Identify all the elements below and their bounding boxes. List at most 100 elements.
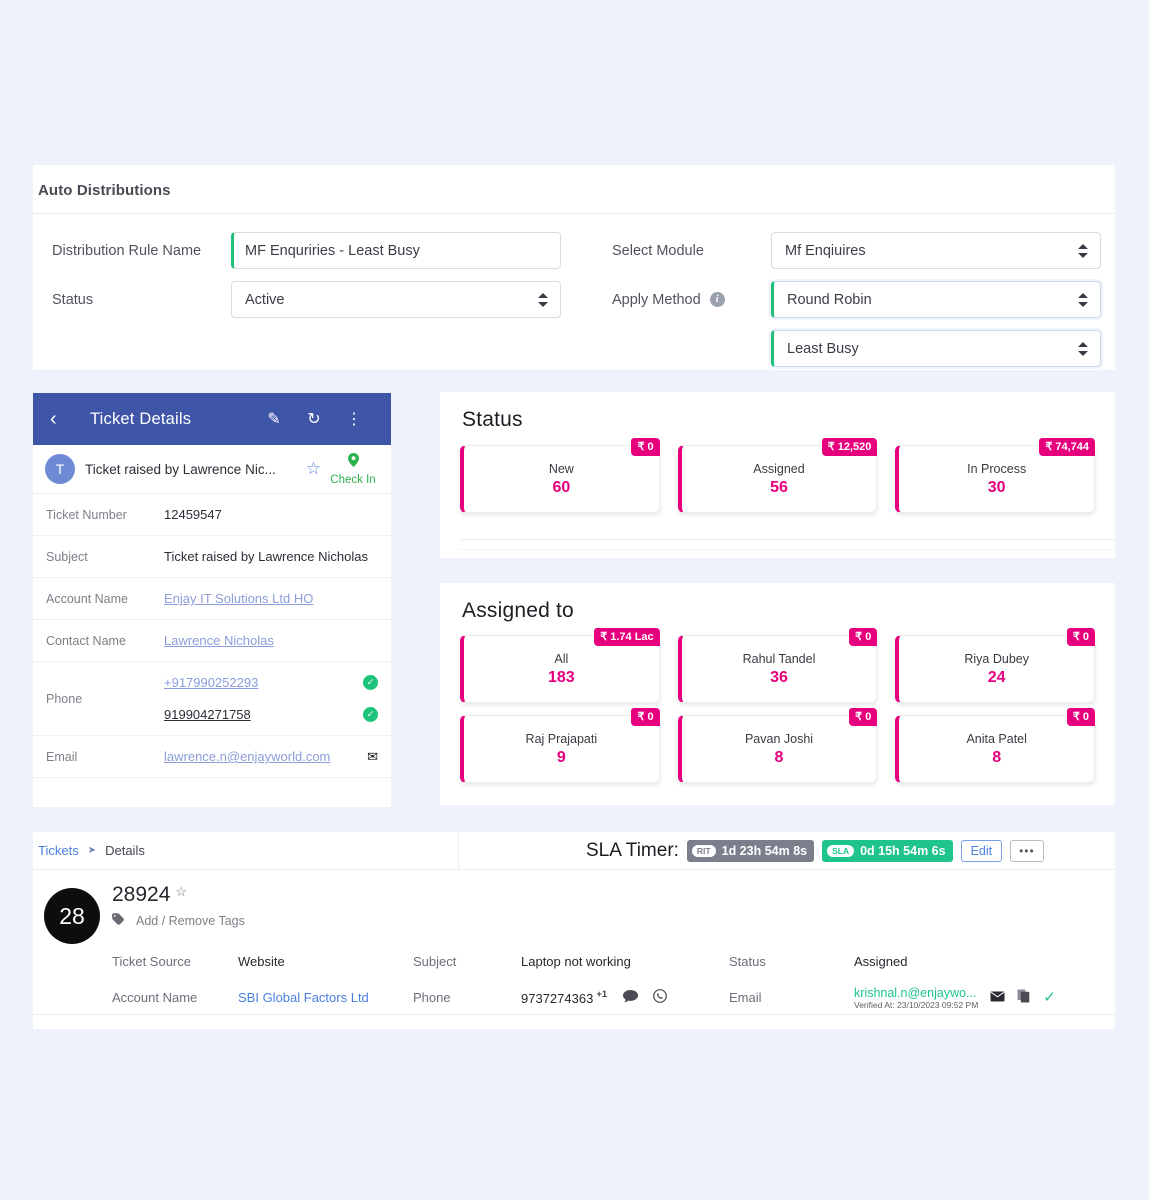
status-card-assigned[interactable]: ₹ 12,520 Assigned 56 [677,438,878,513]
ticket-body: 28 28924 ☆ Add / Remove Tags Ticket Sour… [33,870,1115,1015]
select-value-module: Mf Enqiuires [785,242,866,259]
chevron-right-icon: ➤ [87,845,97,856]
field-value-ticket-source: Website [238,953,285,969]
label-apply-method-text: Apply Method [612,291,701,308]
ticket-row-account-name: Account Name Enjay IT Solutions Ltd HO [33,578,391,620]
back-icon[interactable]: ‹ [50,409,80,429]
label-select-module-text: Select Module [612,242,704,259]
assigned-card-raj-prajapati[interactable]: ₹ 0 Raj Prajapati 9 [460,708,660,783]
email-verified-at: Verified At: 23/10/2023 09:52 PM [854,999,979,1010]
select-status[interactable]: Active [231,281,561,318]
field-value-phone: 9737274363 +1 [521,988,729,1006]
edit-button[interactable]: Edit [960,840,1003,862]
sla-timer-label: SLA Timer: [586,840,679,861]
tags-row[interactable]: Add / Remove Tags [112,913,1115,929]
phone-value-1[interactable]: +917990252293 [164,675,363,690]
rit-tag: RIT [691,845,716,857]
card-label: Anita Patel [966,731,1027,746]
chat-icon[interactable] [622,989,642,1006]
card-label: All [554,651,569,666]
label-select-module: Select Module [589,243,771,259]
card-value: 60 [552,478,571,496]
ticket-details-header: ‹ Ticket Details ✎ ↻ ⋮ [33,393,391,445]
contact-name-link[interactable]: Lawrence Nicholas [164,633,378,648]
auto-distributions-panel: Auto Distributions Distribution Rule Nam… [33,165,1115,370]
panel-title-status: Status [462,408,523,431]
form-column-left: Distribution Rule Name MF Enquriries - L… [33,232,593,330]
assigned-cards-row-1: ₹ 1.74 Lac All 183 ₹ 0 Rahul Tandel 36 ₹… [440,623,1115,703]
star-icon[interactable]: ☆ [300,459,327,479]
copy-icon[interactable] [1017,989,1030,1006]
table-row: Ticket Source Website Subject Laptop not… [112,943,1115,979]
phone-line-2: 919904271758 ✓ [164,699,378,731]
status-badge: ₹ 0 [631,708,660,726]
edit-pencil-icon[interactable]: ✎ [254,409,294,429]
whatsapp-icon[interactable] [653,988,668,1006]
email-link[interactable]: lawrence.n@enjayworld.com [164,749,367,764]
envelope-icon[interactable]: ✉ [367,749,378,765]
ticket-summary-row: T Ticket raised by Lawrence Nic... ☆ Che… [33,445,391,494]
ticket-details-panel: ‹ Ticket Details ✎ ↻ ⋮ T Ticket raised b… [33,393,391,807]
rit-timer-pill: RIT 1d 23h 54m 8s [686,840,815,862]
row-key: Phone [46,691,83,706]
select-value-status: Active [245,291,285,308]
sla-timer-pill: SLA 0d 15h 54m 6s [822,840,953,862]
divider [33,1014,1115,1015]
select-module[interactable]: Mf Enqiuires [771,232,1101,269]
assigned-card-all[interactable]: ₹ 1.74 Lac All 183 [460,628,660,703]
assigned-card-riya-dubey[interactable]: ₹ 0 Riya Dubey 24 [895,628,1096,703]
field-row-apply-method-secondary: Least Busy [771,330,1114,367]
field-row-apply-method: Apply Method i Round Robin [589,281,1114,318]
field-value-email: krishnal.n@enjaywo... Verified At: 23/10… [854,985,1056,1010]
status-card-in-process[interactable]: ₹ 74,744 In Process 30 [895,438,1096,513]
select-apply-method-secondary[interactable]: Least Busy [771,330,1101,367]
row-key: Account Name [46,591,128,606]
row-key: Email [46,749,78,764]
status-badge: ₹ 0 [1066,628,1096,646]
more-vertical-icon[interactable]: ⋮ [334,409,374,429]
status-panel: Status ₹ 0 New 60 ₹ 12,520 Assigned 56 ₹… [440,392,1115,558]
card-label: Rahul Tandel [742,651,816,666]
status-badge: ₹ 0 [849,708,878,726]
info-icon[interactable]: i [709,292,725,307]
tag-icon [112,913,126,929]
check-in-button[interactable]: Check In [327,452,379,486]
star-icon[interactable]: ☆ [175,884,187,900]
bottom-toolbar: Tickets ➤ Details SLA Timer: RIT 1d 23h … [33,831,1115,870]
input-distribution-rule-name[interactable]: MF Enquriries - Least Busy [231,232,561,269]
verified-check-icon: ✓ [1043,989,1056,1006]
label-status: Status [52,291,94,308]
more-options-button[interactable]: ••• [1010,840,1044,862]
card-label: Raj Prajapati [525,731,598,746]
breadcrumb: Tickets ➤ Details [33,843,145,858]
row-key: Ticket Number [46,507,127,522]
card-value: 36 [770,668,788,686]
add-remove-tags-label[interactable]: Add / Remove Tags [136,914,245,928]
panel-title-assigned-to: Assigned to [462,599,574,622]
card-value: 8 [992,748,1002,766]
status-card-new[interactable]: ₹ 0 New 60 [460,438,660,513]
card-value: 56 [770,478,788,496]
select-apply-method[interactable]: Round Robin [771,281,1101,318]
email-address[interactable]: krishnal.n@enjaywo... [854,986,976,1000]
assigned-card-rahul-tandel[interactable]: ₹ 0 Rahul Tandel 36 [677,628,878,703]
ticket-row-phone: Phone +917990252293 ✓ 919904271758 ✓ [33,662,391,736]
envelope-icon[interactable] [990,990,1005,1005]
field-row-rule-name: Distribution Rule Name MF Enquriries - L… [33,232,593,269]
field-row-select-module: Select Module Mf Enqiuires [589,232,1114,269]
refresh-icon[interactable]: ↻ [294,409,334,429]
field-label-ticket-source: Ticket Source [112,953,191,969]
account-name-link[interactable]: Enjay IT Solutions Ltd HO [164,591,378,606]
breadcrumb-tickets-link[interactable]: Tickets [38,843,79,858]
field-value-account-name[interactable]: SBI Global Factors Ltd [238,990,413,1005]
envelope-svg [990,991,1005,1001]
assigned-card-anita-patel[interactable]: ₹ 0 Anita Patel 8 [895,708,1096,783]
assigned-card-pavan-joshi[interactable]: ₹ 0 Pavan Joshi 8 [677,708,878,783]
status-badge: ₹ 74,744 [1039,438,1096,456]
ticket-row-subject: Subject Ticket raised by Lawrence Nichol… [33,536,391,578]
chevron-updown-icon [538,292,549,308]
phone-value-2[interactable]: 919904271758 [164,707,363,722]
card-value: 24 [987,668,1006,686]
ticket-row-contact-name: Contact Name Lawrence Nicholas [33,620,391,662]
tag-svg [112,913,124,925]
